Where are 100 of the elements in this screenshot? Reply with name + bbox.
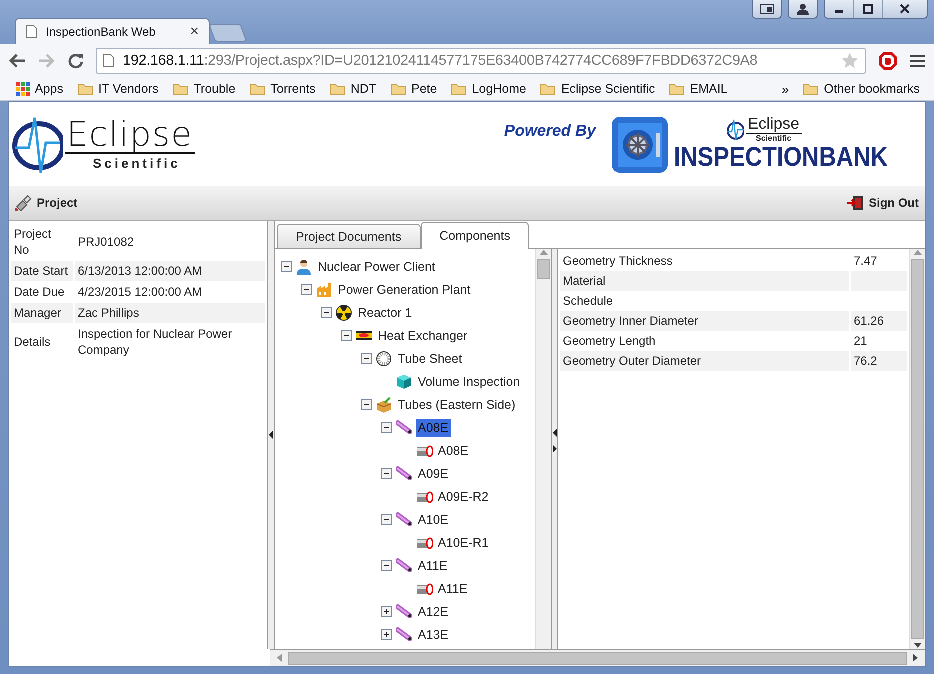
tree-item[interactable]: A12E (416, 602, 451, 620)
collapse-toggle-icon[interactable] (381, 514, 392, 525)
collapse-arrow-icon[interactable] (552, 429, 556, 437)
more-bookmarks-button[interactable]: » (782, 82, 790, 96)
folder-icon (330, 82, 346, 96)
field-value: 6/13/2013 12:00:00 AM (75, 261, 265, 281)
expand-toggle-icon[interactable] (381, 629, 392, 640)
other-bookmarks[interactable]: Other bookmarks (803, 82, 920, 96)
reload-icon[interactable] (68, 53, 84, 69)
field-value: Inspection for Nuclear Power Company (77, 326, 234, 359)
property-value: 7.47 (853, 253, 878, 270)
tree-item[interactable]: Reactor 1 (356, 304, 414, 322)
collapse-toggle-icon[interactable] (281, 261, 292, 272)
tube-icon (396, 420, 413, 436)
collapse-toggle-icon[interactable] (321, 307, 332, 318)
property-value: 76.2 (851, 351, 907, 371)
bookmark[interactable]: Apps (16, 82, 64, 96)
window-switch-icon (760, 4, 774, 14)
address-bar[interactable]: 192.168.1.11:293/Project.aspx?ID=U20121024114577175E63400B742774CC689F7FBDD6372C9A8 (96, 48, 866, 74)
dotted-circle-icon (376, 350, 393, 366)
tree-item[interactable]: Nuclear Power Client (316, 258, 438, 276)
menu-icon[interactable] (910, 54, 926, 68)
bookmark[interactable]: NDT (330, 82, 377, 96)
field-value: Zac Phillips (75, 303, 265, 323)
brand-logo-name: Eclipse (748, 116, 800, 133)
close-tab-button[interactable]: × (190, 24, 199, 39)
radiation-icon (336, 304, 353, 320)
tree-item[interactable]: A09E-R2 (436, 488, 491, 506)
project-menu[interactable]: Project (15, 195, 78, 211)
page-icon (26, 24, 38, 38)
factory-icon (316, 282, 333, 298)
tab-title: InspectionBank Web (46, 24, 157, 38)
tree-item[interactable]: A10E-R1 (436, 534, 491, 552)
sign-out-button[interactable]: Sign Out (847, 195, 919, 211)
url-text: 192.168.1.11:293/Project.aspx?ID=U20121024114577175E63400B742774CC689F7FBDD6372C9A8 (123, 53, 758, 69)
tree-item[interactable]: Power Generation Plant (336, 280, 473, 298)
bookmark[interactable]: Trouble (172, 82, 236, 96)
collapse-toggle-icon[interactable] (361, 353, 372, 364)
box-icon (376, 396, 393, 412)
bookmark[interactable]: IT Vendors (78, 82, 159, 96)
folder-icon (803, 82, 820, 96)
logo-subtitle: Scientific (65, 152, 195, 170)
collapse-toggle-icon[interactable] (381, 560, 392, 571)
stop-sign-icon[interactable] (878, 51, 898, 71)
folder-icon (540, 82, 556, 96)
scroll-thumb[interactable] (911, 259, 924, 639)
tab[interactable]: Project Documents (277, 224, 421, 248)
property-value: 61.26 (851, 311, 907, 331)
property-name: Geometry Inner Diameter (560, 311, 849, 331)
powered-by-label: Powered By (504, 123, 596, 141)
bookmark[interactable]: Pete (390, 82, 438, 96)
person-icon (797, 3, 809, 15)
field-label: Date Start (11, 261, 73, 281)
bookmark[interactable]: LogHome (451, 82, 526, 96)
logo-name: Eclipse (66, 118, 194, 152)
scroll-right-icon[interactable] (913, 654, 919, 662)
bookmark[interactable]: Torrents (250, 82, 316, 96)
folder-icon (78, 82, 94, 96)
collapse-toggle-icon[interactable] (381, 422, 392, 433)
tree-item[interactable]: A08E (416, 418, 451, 436)
star-icon[interactable] (841, 52, 859, 70)
expand-toggle-icon[interactable] (381, 606, 392, 617)
tree-item[interactable]: Tubes (Eastern Side) (396, 396, 518, 414)
collapse-toggle-icon[interactable] (301, 284, 312, 295)
scroll-thumb[interactable] (288, 652, 907, 664)
tree-item[interactable]: A09E (416, 464, 451, 482)
tube-icon (396, 604, 413, 620)
tree-item[interactable]: A13E (416, 626, 451, 644)
tube-icon (396, 512, 413, 528)
scroll-thumb[interactable] (537, 259, 550, 279)
tree-item[interactable]: A11E (416, 556, 450, 574)
tree-item[interactable]: A11E (436, 580, 470, 598)
expand-arrow-icon[interactable] (552, 445, 556, 453)
apps-grid-icon (16, 82, 30, 96)
property-name: Material (560, 271, 849, 291)
folder-icon (669, 82, 686, 96)
property-name: Geometry Outer Diameter (560, 351, 849, 371)
tab[interactable]: Components (420, 222, 530, 249)
browser-tab[interactable]: InspectionBank Web × (15, 18, 210, 44)
person-icon (296, 258, 313, 274)
field-label: Details (13, 334, 52, 351)
exit-door-icon (847, 195, 865, 211)
back-icon[interactable] (8, 53, 26, 69)
collapse-toggle-icon[interactable] (341, 330, 352, 341)
tree-item[interactable]: A10E (416, 510, 451, 528)
tree-item[interactable]: Heat Exchanger (376, 326, 470, 344)
property-value: 21 (853, 333, 868, 350)
bookmark[interactable]: Eclipse Scientific (540, 82, 656, 96)
collapse-toggle-icon[interactable] (361, 399, 372, 410)
scrollbar[interactable] (270, 649, 925, 666)
tree-item[interactable]: A08E (436, 442, 471, 460)
folder-icon (451, 82, 468, 96)
property-name: Geometry Thickness (562, 253, 674, 270)
collapse-arrow-icon[interactable] (269, 431, 273, 439)
property-name: Schedule (562, 293, 614, 310)
bookmark[interactable]: EMAIL (669, 82, 728, 96)
collapse-toggle-icon[interactable] (381, 468, 392, 479)
brand-name: INSPECTIONBANK (674, 142, 888, 172)
tree-item[interactable]: Tube Sheet (396, 350, 464, 368)
tree-item[interactable]: Volume Inspection (416, 372, 522, 390)
